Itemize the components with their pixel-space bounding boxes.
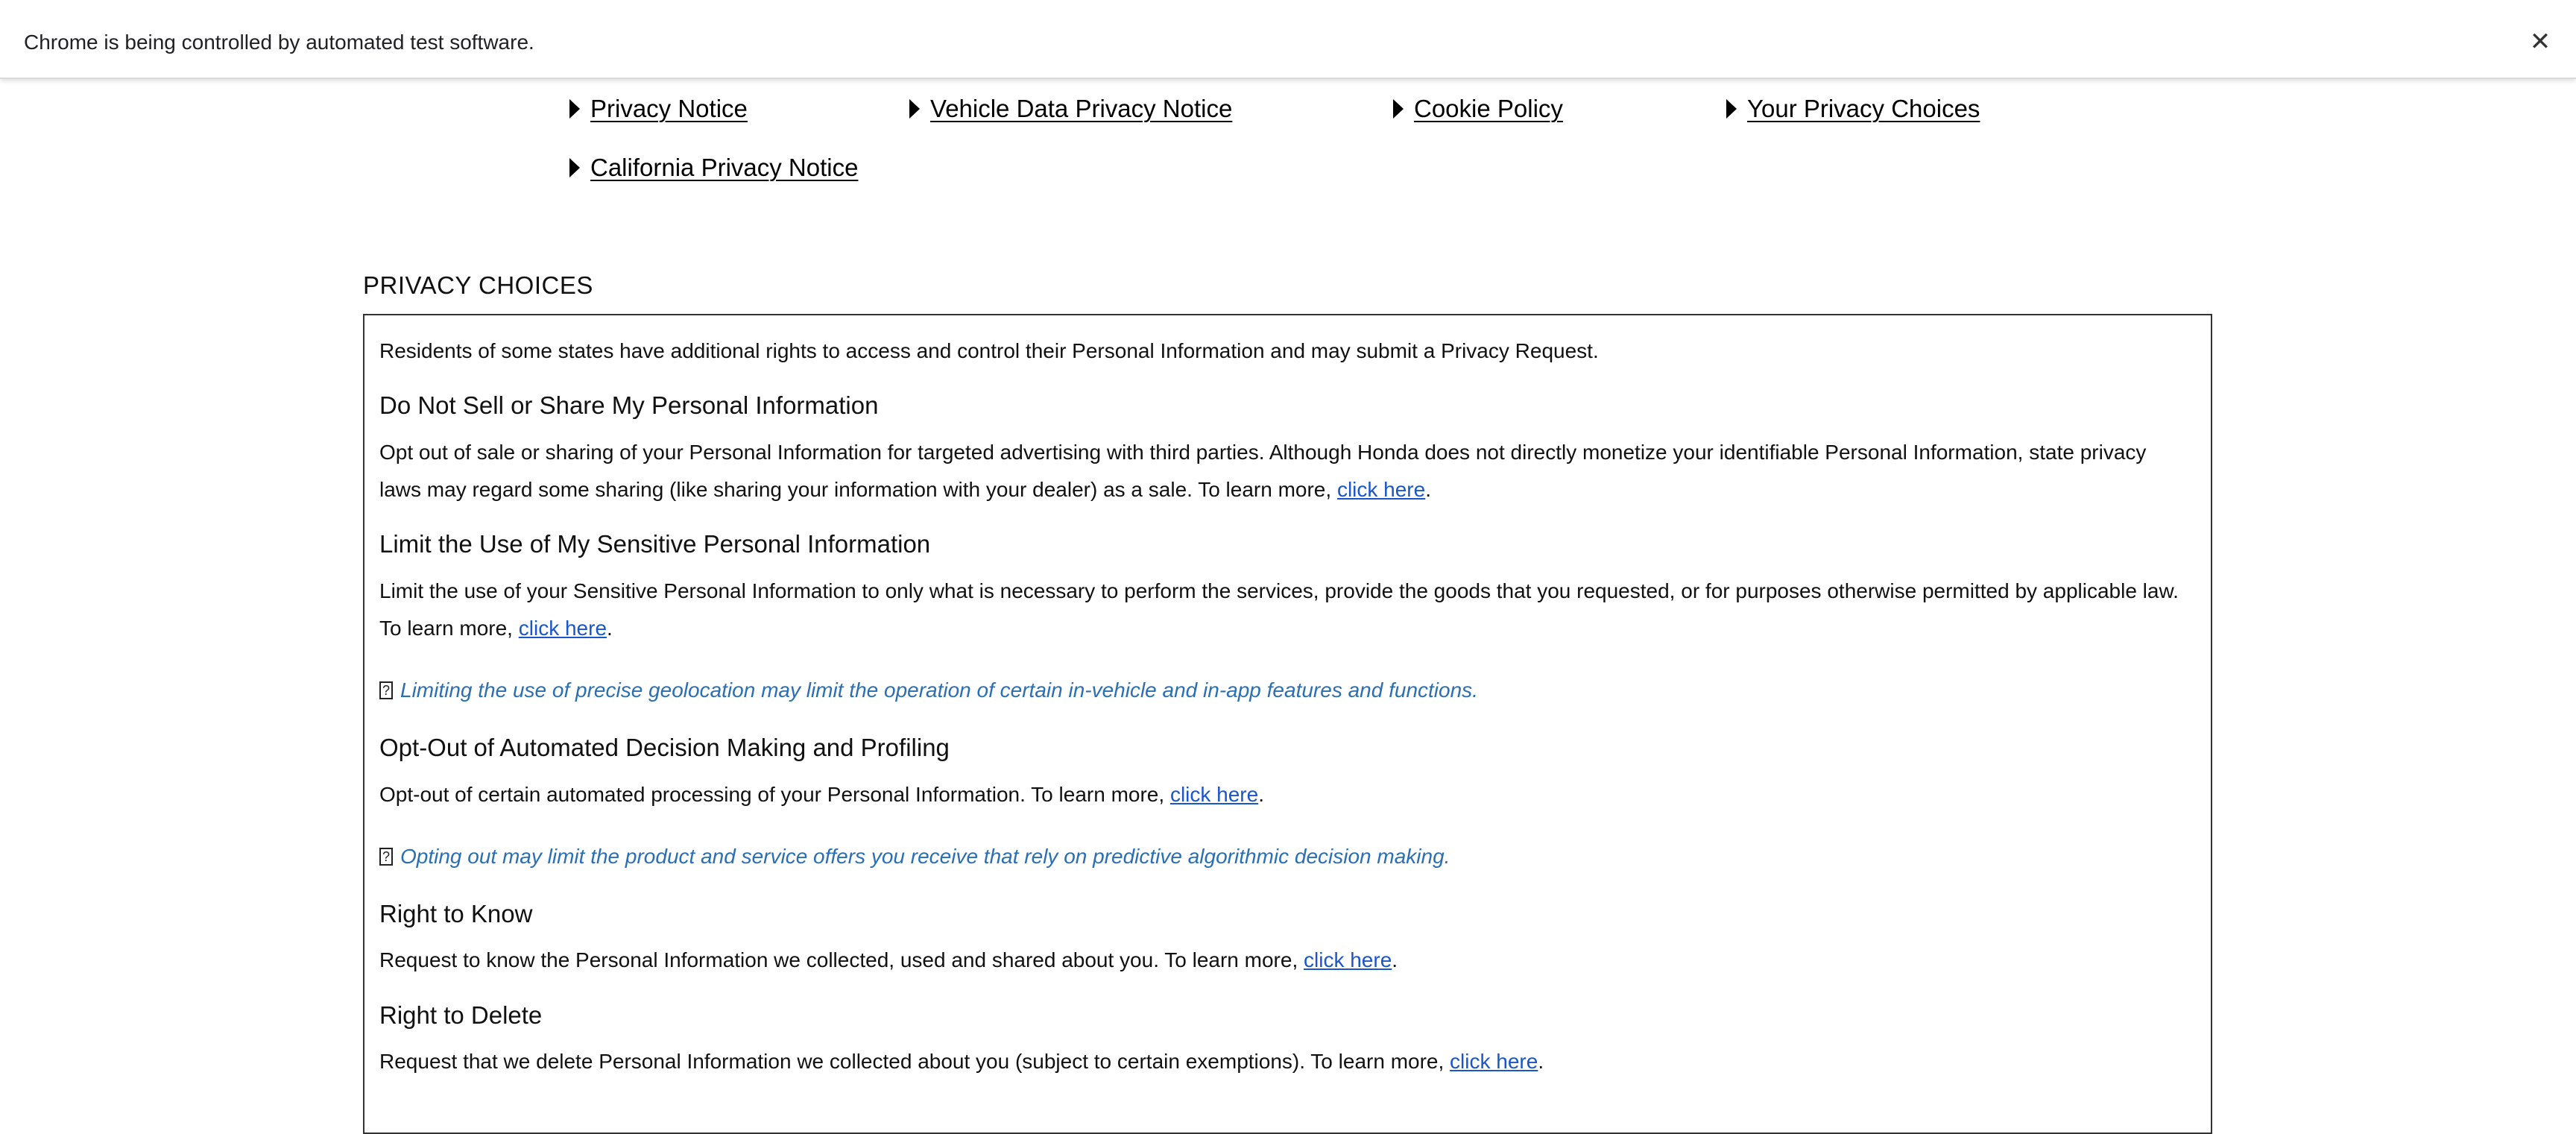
section-body-end: .	[1258, 783, 1264, 806]
section-body-text: Limit the use of your Sensitive Personal…	[379, 579, 2179, 640]
section-heading-do-not-sell: Do Not Sell or Share My Personal Informa…	[379, 391, 879, 419]
nav-item-california-privacy-notice[interactable]: California Privacy Notice	[569, 149, 858, 186]
privacy-choices-panel: Residents of some states have additional…	[363, 314, 2212, 1134]
info-icon: ?	[379, 681, 393, 699]
section-body-end: .	[1538, 1050, 1544, 1073]
section-heading-right-to-know: Right to Know	[379, 900, 533, 927]
nav-item-cookie-policy[interactable]: Cookie Policy	[1393, 90, 1563, 127]
algorithmic-note: ? Opting out may limit the product and s…	[379, 842, 1450, 872]
section-body-end: .	[607, 617, 613, 640]
caret-right-icon	[1393, 99, 1404, 119]
section-body-text: Request that we delete Personal Informat…	[379, 1050, 1450, 1073]
close-icon[interactable]: ✕	[2525, 27, 2555, 57]
infobar-message: Chrome is being controlled by automated …	[24, 31, 534, 54]
click-here-link-right-to-delete[interactable]: click here	[1450, 1050, 1538, 1073]
click-here-link-limit-sensitive[interactable]: click here	[519, 617, 607, 640]
note-text: Opting out may limit the product and ser…	[400, 845, 1450, 868]
note-text: Limiting the use of precise geolocation …	[400, 678, 1478, 702]
nav-link-label[interactable]: Privacy Notice	[590, 95, 748, 123]
geolocation-note: ? Limiting the use of precise geolocatio…	[379, 675, 1478, 705]
section-body-do-not-sell: Opt out of sale or sharing of your Perso…	[379, 434, 2191, 508]
click-here-link-opt-out-automated[interactable]: click here	[1170, 783, 1258, 806]
section-body-right-to-delete: Request that we delete Personal Informat…	[379, 1043, 2191, 1080]
automation-infobar: Chrome is being controlled by automated …	[0, 0, 2576, 79]
click-here-link-do-not-sell[interactable]: click here	[1337, 478, 1425, 501]
info-icon: ?	[379, 848, 393, 866]
section-body-limit-sensitive: Limit the use of your Sensitive Personal…	[379, 573, 2191, 647]
nav-link-label[interactable]: California Privacy Notice	[590, 154, 858, 182]
caret-right-icon	[569, 99, 580, 119]
section-body-end: .	[1392, 948, 1398, 971]
nav-item-your-privacy-choices[interactable]: Your Privacy Choices	[1726, 90, 1980, 127]
nav-item-privacy-notice[interactable]: Privacy Notice	[569, 90, 748, 127]
caret-right-icon	[1726, 99, 1737, 119]
privacy-nav-row: Privacy Notice Vehicle Data Privacy Noti…	[0, 90, 2576, 127]
section-heading-opt-out-automated: Opt-Out of Automated Decision Making and…	[379, 734, 950, 761]
nav-link-label[interactable]: Vehicle Data Privacy Notice	[930, 95, 1232, 123]
section-body-right-to-know: Request to know the Personal Information…	[379, 942, 2191, 979]
caret-right-icon	[569, 158, 580, 177]
nav-item-vehicle-data-privacy-notice[interactable]: Vehicle Data Privacy Notice	[909, 90, 1232, 127]
section-heading-limit-sensitive: Limit the Use of My Sensitive Personal I…	[379, 530, 931, 558]
section-body-text: Request to know the Personal Information…	[379, 948, 1304, 971]
caret-right-icon	[909, 99, 920, 119]
section-heading-right-to-delete: Right to Delete	[379, 1001, 543, 1029]
section-body-opt-out-automated: Opt-out of certain automated processing …	[379, 776, 2191, 813]
section-body-end: .	[1425, 478, 1431, 501]
privacy-choices-title: PRIVACY CHOICES	[363, 271, 593, 299]
nav-link-label[interactable]: Your Privacy Choices	[1747, 95, 1980, 123]
click-here-link-right-to-know[interactable]: click here	[1304, 948, 1392, 971]
section-body-text: Opt out of sale or sharing of your Perso…	[379, 441, 2147, 501]
section-body-text: Opt-out of certain automated processing …	[379, 783, 1170, 806]
privacy-nav-row: California Privacy Notice	[0, 149, 2576, 186]
privacy-intro-text: Residents of some states have additional…	[379, 339, 1599, 362]
nav-link-label[interactable]: Cookie Policy	[1414, 95, 1563, 123]
